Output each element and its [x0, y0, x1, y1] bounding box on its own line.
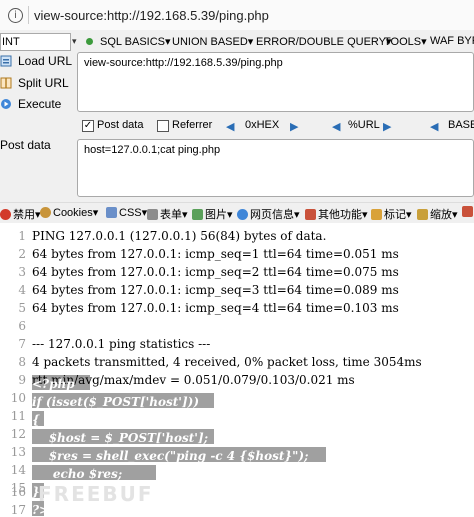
url-encode-arrow-icon[interactable]: ▶ [383, 120, 391, 133]
disable-menu-label: 禁用▾ [13, 209, 41, 221]
line-number: 1 [18, 229, 26, 243]
line-number: 12 [10, 427, 26, 441]
images-icon [192, 209, 203, 220]
menu-waf-bypass[interactable]: WAF BYP [430, 35, 474, 47]
encoding-select[interactable]: INT [0, 33, 71, 51]
css-icon [106, 207, 117, 218]
url-decode-arrow-icon[interactable]: ◀ [332, 120, 340, 133]
hex-label: 0xHEX [245, 119, 280, 131]
images-menu[interactable]: 图片▾ [192, 206, 233, 222]
line-number: 10 [10, 391, 26, 405]
address-url[interactable]: view-source:http://192.168.5.39/ping.php [34, 8, 269, 23]
code-line: 4 packets transmitted, 4 received, 0% pa… [32, 355, 422, 369]
base-decode-arrow-icon[interactable]: ◀ [430, 120, 438, 133]
menu-error-double-query[interactable]: ERROR/DOUBLE QUERY▾ [256, 35, 392, 48]
menu-sql-basics[interactable]: SQL BASICS▾ [100, 35, 171, 48]
hex-encode-arrow-icon[interactable]: ▶ [290, 120, 298, 133]
code-line: --- 127.0.0.1 ping statistics --- [32, 337, 211, 351]
url-encode-label: %URL [348, 119, 380, 131]
referrer-checkbox[interactable] [157, 120, 169, 132]
select-arrow-icon[interactable]: ▾ [72, 36, 77, 47]
line-number: 4 [18, 283, 26, 297]
page-info-menu-label: 网页信息▾ [250, 209, 300, 221]
code-line: { [32, 413, 40, 427]
misc-icon [305, 209, 316, 220]
line-number: 3 [18, 265, 26, 279]
code-line: PING 127.0.0.1 (127.0.0.1) 56(84) bytes … [32, 229, 327, 243]
url-textarea[interactable]: view-source:http://192.168.5.39/ping.php [77, 52, 474, 112]
execute-label: Execute [18, 97, 62, 111]
markup-menu-label: 标记▾ [384, 209, 412, 221]
address-separator [28, 6, 29, 24]
images-menu-label: 图片▾ [205, 209, 233, 221]
load-url-action[interactable]: Load URL [0, 54, 72, 68]
css-menu[interactable]: CSS▾ [106, 206, 147, 219]
hackbar-panel: INT ▾ SQL BASICS▾ UNION BASED▾ ERROR/DOU… [0, 30, 474, 202]
split-url-icon [0, 77, 12, 89]
markup-menu[interactable]: 标记▾ [371, 206, 412, 222]
referrer-label: Referrer [172, 119, 213, 131]
cookies-menu[interactable]: Cookies▾ [40, 206, 98, 219]
split-url-action[interactable]: Split URL [0, 76, 69, 90]
execute-action[interactable]: Execute [0, 97, 61, 111]
line-number: 9 [18, 373, 26, 387]
line-number: 11 [10, 409, 26, 423]
load-url-label: Load URL [18, 54, 73, 68]
code-line: <?php [32, 377, 75, 391]
tools-icon[interactable] [462, 206, 474, 218]
forms-menu-label: 表单▾ [160, 209, 188, 221]
code-line: 64 bytes from 127.0.0.1: icmp_seq=4 ttl=… [32, 301, 399, 315]
forms-icon [147, 209, 158, 220]
disable-menu[interactable]: 禁用▾ [0, 206, 41, 222]
code-line: 64 bytes from 127.0.0.1: icmp_seq=3 ttl=… [32, 283, 399, 297]
line-number: 6 [18, 319, 26, 333]
code-line: echo $res; [32, 467, 123, 481]
status-dot-icon [86, 38, 93, 45]
menu-tools[interactable]: TOOLS▾ [384, 35, 427, 48]
zoom-menu[interactable]: 缩放▾ [417, 206, 458, 222]
pencil-icon [371, 209, 382, 220]
menu-union-based[interactable]: UNION BASED▾ [172, 35, 253, 48]
line-number: 7 [18, 337, 26, 351]
post-data-check-label: Post data [97, 119, 144, 131]
misc-menu-label: 其他功能▾ [318, 209, 368, 221]
code-line: $host = $_POST['host']; [32, 431, 209, 445]
code-line: $res = shell_exec("ping -c 4 {$host}"); [32, 449, 309, 463]
execute-icon [1, 99, 11, 109]
watermark: FREEBUF [38, 482, 154, 506]
post-data-checkbox[interactable]: ✓ [82, 120, 94, 132]
post-data-textarea[interactable]: host=127.0.0.1;cat ping.php [77, 139, 474, 197]
code-line: rtt min/avg/max/mdev = 0.051/0.079/0.103… [32, 373, 355, 387]
zoom-menu-label: 缩放▾ [430, 209, 458, 221]
option-row: ✓ Post data Referrer ◀ 0xHEX ▶ ◀ %URL ▶ … [78, 118, 474, 138]
page-info-menu[interactable]: 网页信息▾ [237, 206, 300, 222]
code-line: if (isset($_POST['host'])) [32, 395, 200, 409]
load-url-icon [0, 55, 12, 67]
info-icon[interactable]: i [8, 8, 23, 23]
cookies-icon [40, 207, 51, 218]
base-label: BASE [448, 119, 474, 131]
line-number: 5 [18, 301, 26, 315]
line-number: 2 [18, 247, 26, 261]
zoom-icon [417, 209, 428, 220]
address-bar: i view-source:http://192.168.5.39/ping.p… [0, 0, 474, 31]
hex-decode-arrow-icon[interactable]: ◀ [226, 120, 234, 133]
line-number: 14 [10, 463, 26, 477]
disable-icon [0, 209, 11, 220]
code-line: 64 bytes from 127.0.0.1: icmp_seq=1 ttl=… [32, 247, 399, 261]
devtools-toolbar: 禁用▾ Cookies▾ CSS▾ 表单▾ 图片▾ 网页信息▾ 其他功能▾ 标记… [0, 202, 474, 224]
misc-menu[interactable]: 其他功能▾ [305, 206, 368, 222]
split-url-label: Split URL [18, 76, 69, 90]
page-info-icon [237, 209, 248, 220]
line-number: 8 [18, 355, 26, 369]
code-line: 64 bytes from 127.0.0.1: icmp_seq=2 ttl=… [32, 265, 399, 279]
css-menu-label: CSS▾ [119, 207, 148, 219]
line-number: 16 [10, 485, 26, 499]
forms-menu[interactable]: 表单▾ [147, 206, 188, 222]
post-data-side-label: Post data [0, 138, 51, 152]
source-view: 1 PING 127.0.0.1 (127.0.0.1) 56(84) byte… [0, 223, 474, 517]
hackbar-toolbar: INT ▾ SQL BASICS▾ UNION BASED▾ ERROR/DOU… [0, 32, 474, 52]
line-number: 13 [10, 445, 26, 459]
cookies-menu-label: Cookies▾ [53, 207, 99, 219]
